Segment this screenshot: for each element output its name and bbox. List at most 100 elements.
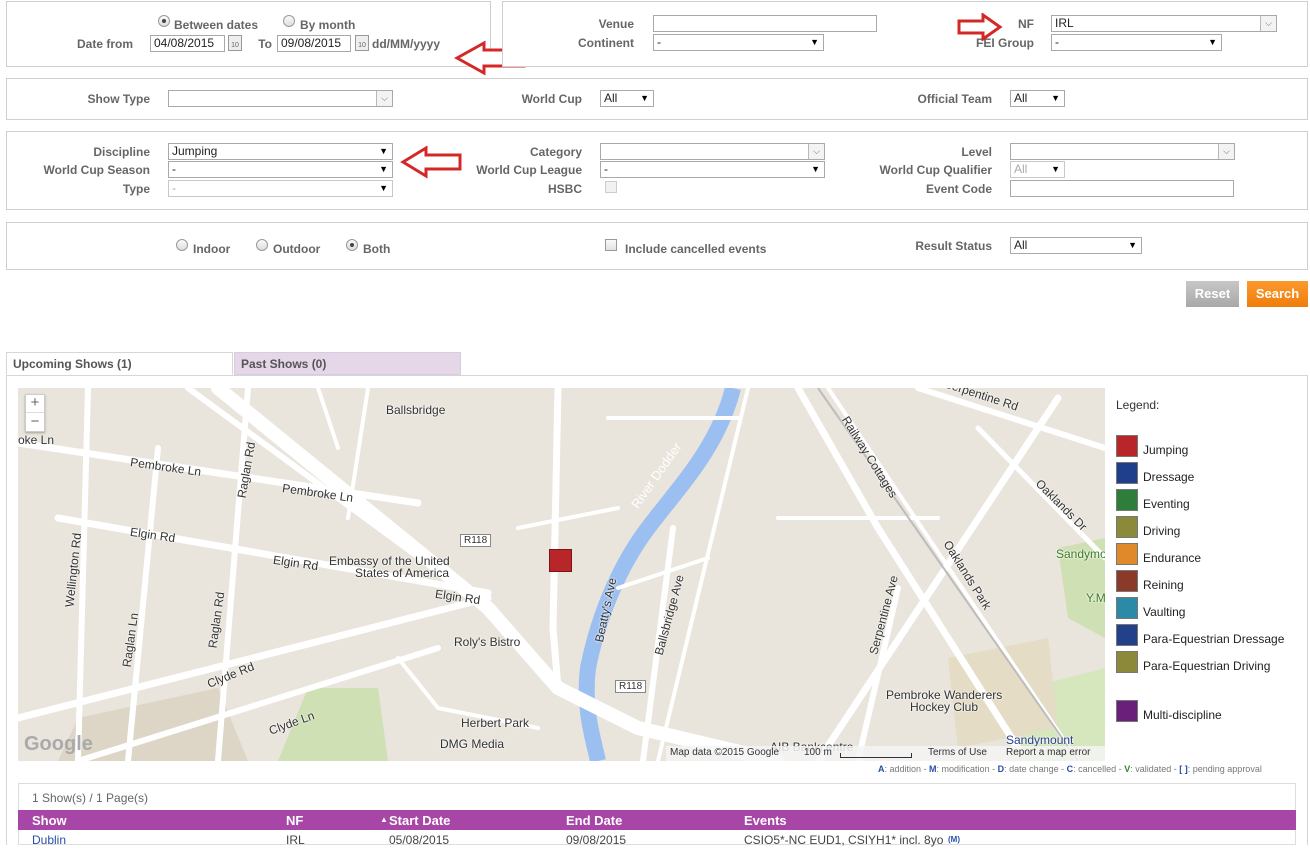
status-legend: A: addition - M: modification - D: date … [878,764,1262,774]
event-code-label: Event Code [925,182,992,196]
wc-season-select[interactable]: - ▼ [168,161,393,178]
date-from-input[interactable]: 04/08/2015 [150,35,225,52]
result-status-select[interactable]: All ▼ [1010,237,1142,254]
type-label: Type [122,182,150,196]
include-cancelled-checkbox[interactable] [605,239,617,251]
between-dates-label: Between dates [174,18,259,32]
tab-upcoming-shows[interactable]: Upcoming Shows (1) [6,352,233,375]
col-show[interactable]: Show [32,813,67,828]
nf-select[interactable]: IRL ⌵ [1051,15,1277,32]
wc-qualifier-select[interactable]: All ▼ [1010,161,1065,178]
para-dressage-icon [1116,624,1138,646]
category-select[interactable]: ⌵ [600,143,825,160]
map-label: R118 [615,680,647,693]
date-to-input[interactable]: 09/08/2015 [277,35,351,52]
indoor-label: Indoor [193,242,231,256]
wc-season-label: World Cup Season [43,163,150,177]
between-dates-radio[interactable] [158,15,170,27]
reset-button[interactable]: Reset [1186,281,1239,307]
discipline-label: Discipline [93,145,150,159]
to-label: To [258,37,272,51]
sort-asc-icon: ▲ [380,815,388,824]
hsbc-checkbox[interactable] [605,181,617,193]
fei-group-select[interactable]: - ▼ [1051,34,1222,51]
map-scale: 100 m [804,747,832,758]
report-map-error-link[interactable]: Report a map error [1006,747,1090,758]
red-arrow-left-icon [400,145,462,179]
outdoor-label: Outdoor [273,242,321,256]
zoom-in-button[interactable]: + [26,394,44,412]
show-type-select[interactable]: ⌵ [168,90,393,107]
map-label: Sandymount [1056,547,1105,561]
scale-bar [840,753,912,758]
legend-title: Legend: [1116,398,1160,412]
wc-league-select[interactable]: - ▼ [600,161,825,178]
both-radio[interactable] [346,239,358,251]
map-label: DMG Media [440,737,505,751]
dressage-icon [1116,462,1138,484]
results-table-header: Show NF ▲ Start Date End Date Events [18,810,1296,830]
map-label: Roly's Bistro [454,635,521,649]
outdoor-radio[interactable] [256,239,268,251]
endurance-icon [1116,543,1138,565]
both-label: Both [363,242,391,256]
wc-league-label: World Cup League [476,163,582,177]
date-filter-panel [6,1,491,67]
include-cancelled-label: Include cancelled events [625,242,767,256]
calendar-icon[interactable]: 10 [228,35,242,51]
category-label: Category [529,145,582,159]
type-select[interactable]: - ▼ [168,180,393,197]
world-cup-select[interactable]: All ▼ [600,90,654,107]
level-label: Level [961,145,992,159]
col-events[interactable]: Events [744,813,787,828]
zoom-out-button[interactable]: − [26,412,44,430]
map-label: States of America [355,566,450,580]
eventing-icon [1116,489,1138,511]
multi-discipline-icon [1116,700,1138,722]
wc-qualifier-label: World Cup Qualifier [879,163,992,177]
hsbc-label: HSBC [547,182,582,196]
google-logo: Google [24,733,93,755]
map-label: Sandymount [1006,733,1074,747]
map-label: Ballsbridge [386,403,446,417]
col-nf[interactable]: NF [286,813,303,828]
date-format-hint: dd/MM/yyyy [372,37,441,51]
by-month-radio[interactable] [283,15,295,27]
calendar-icon[interactable]: 10 [355,35,369,51]
venue-input[interactable] [653,15,877,32]
results-summary: 1 Show(s) / 1 Page(s) [32,791,149,805]
terms-of-use-link[interactable]: Terms of Use [928,747,987,758]
driving-icon [1116,516,1138,538]
official-team-select[interactable]: All ▼ [1010,90,1065,107]
level-select[interactable]: ⌵ [1010,143,1235,160]
para-driving-icon [1116,651,1138,673]
col-start-date[interactable]: Start Date [389,813,450,828]
modification-badge: (M) [948,835,960,844]
reining-icon [1116,570,1138,592]
date-from-label: Date from [76,37,133,51]
map-label: R118 [460,534,492,547]
search-button[interactable]: Search [1247,281,1308,307]
jumping-icon [1116,435,1138,457]
jumping-show-marker[interactable] [549,549,572,572]
by-month-label: By month [300,18,356,32]
event-code-input[interactable] [1010,180,1234,197]
col-end-date[interactable]: End Date [566,813,622,828]
map-label: Hockey Club [910,700,979,714]
continent-select[interactable]: - ▼ [653,34,824,51]
discipline-select[interactable]: Jumping ▼ [168,143,393,160]
result-status-label: Result Status [915,239,992,253]
map-label: oke Ln [18,433,55,447]
continent-label: Continent [578,36,634,50]
table-row[interactable]: Dublin IRL 05/08/2015 09/08/2015 CSIO5*-… [18,830,1296,850]
show-type-label: Show Type [87,92,150,106]
red-arrow-right-icon [957,13,1003,41]
tab-past-shows[interactable]: Past Shows (0) [234,352,461,375]
official-team-label: Official Team [917,92,992,106]
venue-label: Venue [598,17,634,31]
world-cup-label: World Cup [521,92,582,106]
indoor-radio[interactable] [176,239,188,251]
map-data-attribution: Map data ©2015 Google [670,747,780,758]
show-map[interactable]: + − Ballsbridge oke Ln Pembroke Ln Pembr… [18,388,1105,761]
vaulting-icon [1116,597,1138,619]
